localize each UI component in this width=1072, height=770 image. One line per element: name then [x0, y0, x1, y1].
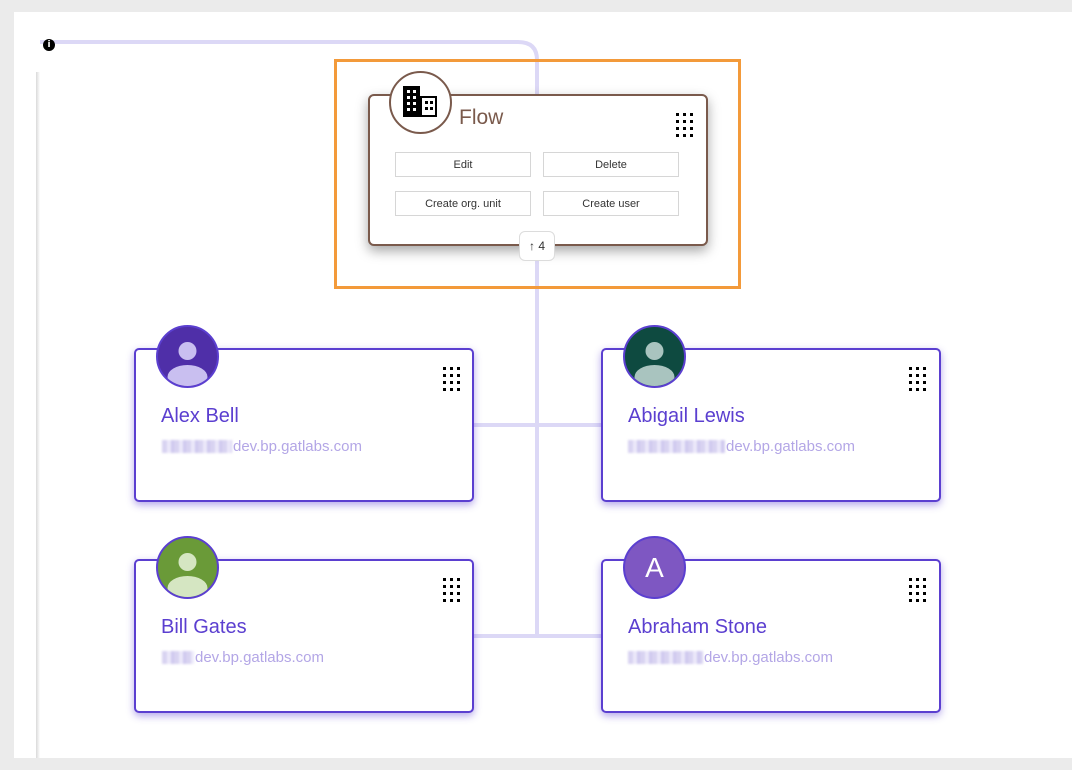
delete-button[interactable]: Delete — [543, 152, 679, 177]
user-name: Alex Bell — [161, 405, 239, 427]
user-name: Abraham Stone — [628, 616, 767, 638]
redacted-text — [628, 651, 703, 664]
person-icon — [167, 342, 208, 386]
user-name: Abigail Lewis — [628, 405, 745, 427]
user-email: dev.bp.gatlabs.com — [162, 438, 362, 455]
redacted-text — [162, 440, 232, 453]
create-user-button[interactable]: Create user — [543, 191, 679, 216]
avatar: A — [623, 536, 686, 599]
drag-grid-icon[interactable] — [909, 367, 929, 393]
person-icon — [167, 553, 208, 597]
info-icon[interactable]: i — [43, 39, 55, 51]
edit-button[interactable]: Edit — [395, 152, 531, 177]
redacted-text — [628, 440, 725, 453]
avatar — [156, 536, 219, 599]
drag-grid-icon[interactable] — [676, 113, 696, 139]
drag-grid-icon[interactable] — [909, 578, 929, 604]
user-email: dev.bp.gatlabs.com — [628, 649, 833, 666]
drag-grid-icon[interactable] — [443, 578, 463, 604]
org-unit-title: Flow — [459, 106, 504, 129]
expand-counter-button[interactable]: ↑ 4 — [519, 231, 555, 261]
user-email: dev.bp.gatlabs.com — [162, 649, 324, 666]
avatar-initial: A — [645, 551, 664, 583]
create-org-unit-button[interactable]: Create org. unit — [395, 191, 531, 216]
user-name: Bill Gates — [161, 616, 247, 638]
building-icon — [403, 86, 437, 117]
avatar — [156, 325, 219, 388]
redacted-text — [162, 651, 194, 664]
user-email: dev.bp.gatlabs.com — [628, 438, 855, 455]
avatar — [623, 325, 686, 388]
drag-grid-icon[interactable] — [443, 367, 463, 393]
org-unit-avatar — [389, 71, 452, 134]
person-icon — [634, 342, 675, 386]
